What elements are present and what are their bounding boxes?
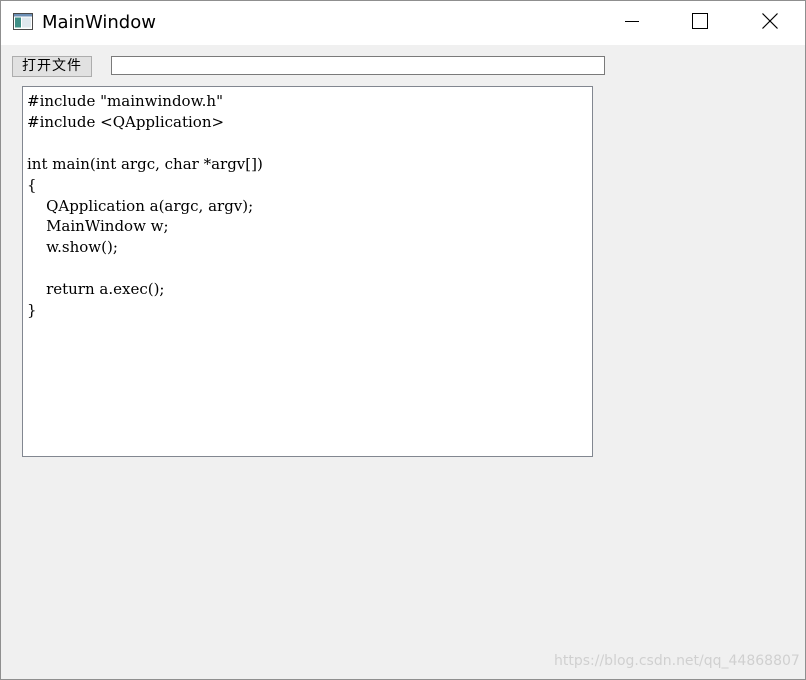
file-path-field[interactable] [111, 56, 605, 75]
window-title: MainWindow [42, 12, 156, 33]
watermark-text: https://blog.csdn.net/qq_44868807 [554, 653, 800, 669]
close-button[interactable] [747, 1, 793, 45]
text-editor[interactable]: #include "mainwindow.h" #include <QAppli… [22, 86, 593, 457]
editor-content: #include "mainwindow.h" #include <QAppli… [27, 92, 263, 320]
maximize-button[interactable] [677, 1, 723, 45]
minimize-icon [625, 14, 639, 33]
minimize-button[interactable] [609, 1, 655, 45]
main-window: MainWindow 打开文件 #include "mainwindow.h" … [0, 0, 806, 680]
title-bar[interactable]: MainWindow [1, 1, 805, 45]
maximize-icon [692, 12, 708, 34]
open-file-button[interactable]: 打开文件 [12, 56, 92, 77]
app-window-icon [13, 13, 33, 30]
close-icon [762, 12, 778, 34]
